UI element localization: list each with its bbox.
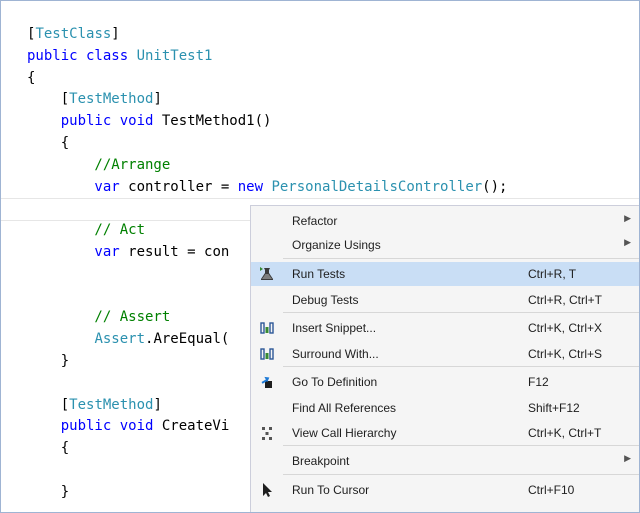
submenu-arrow-icon: ▶	[624, 237, 631, 247]
menu-item-label: Debug Tests	[292, 293, 359, 307]
code-token: [	[27, 396, 70, 413]
code-token: controller =	[128, 178, 238, 195]
code-token: // Assert	[27, 309, 171, 326]
run-tests-icon	[259, 266, 275, 282]
code-line: {	[27, 133, 507, 155]
code-token: ]	[153, 91, 162, 108]
code-token: result = con	[128, 243, 230, 260]
menu-item-run-to-cursor[interactable]: Run To Cursor Ctrl+F10	[251, 478, 639, 502]
code-token: //Arrange	[27, 156, 171, 173]
menu-item-run-tests[interactable]: Run Tests Ctrl+R, T	[251, 262, 639, 286]
code-line: public class UnitTest1	[27, 46, 507, 68]
code-token: public void	[27, 113, 162, 130]
code-token: Assert	[94, 331, 146, 348]
menu-item-breakpoint[interactable]: Breakpoint ▶	[251, 449, 639, 473]
menu-separator	[283, 366, 639, 367]
code-token: {	[27, 69, 36, 86]
menu-item-label: Run To Cursor	[292, 483, 370, 497]
menu-item-label: Insert Snippet...	[292, 321, 377, 335]
menu-item-debug-tests[interactable]: Debug Tests Ctrl+R, Ctrl+T	[251, 288, 639, 312]
snippet-icon	[259, 346, 275, 362]
menu-item-shortcut: Ctrl+R, T	[528, 267, 577, 281]
code-line: {	[27, 68, 507, 90]
menu-separator	[283, 258, 639, 259]
snippet-icon	[259, 320, 275, 336]
code-line: [TestMethod]	[27, 89, 507, 111]
menu-separator	[283, 312, 639, 313]
code-token: {	[27, 134, 70, 151]
menu-item-label: Find All References	[292, 401, 397, 415]
code-line: [TestClass]	[27, 24, 507, 46]
menu-item-view-call-hierarchy[interactable]: View Call Hierarchy Ctrl+K, Ctrl+T	[251, 421, 639, 445]
menu-item-shortcut: Ctrl+F10	[528, 483, 575, 497]
menu-item-label: Organize Usings	[292, 238, 381, 252]
cursor-arrow-icon	[259, 482, 275, 498]
call-hierarchy-icon	[259, 425, 275, 441]
code-editor-window: [TestClass] public class UnitTest1{ [Test…	[0, 0, 640, 513]
code-token: // Act	[27, 222, 146, 239]
context-menu: Refactor ▶ Organize Usings ▶ Run Tests Ctrl+R…	[250, 205, 639, 512]
menu-item-surround-with[interactable]: Surround With... Ctrl+K, Ctrl+S	[251, 342, 639, 366]
code-token: CreateVi	[161, 418, 230, 435]
code-token: TestMethod	[69, 91, 154, 108]
code-token: public void	[27, 418, 162, 435]
code-token: ]	[111, 26, 120, 42]
menu-item-label: Breakpoint	[292, 454, 350, 468]
code-token: PersonalDetailsController	[271, 178, 483, 195]
code-token: ();	[482, 178, 508, 195]
code-token: .AreEqual(	[145, 331, 230, 348]
menu-item-label: Run Tests	[292, 267, 346, 281]
menu-item-refactor[interactable]: Refactor ▶	[251, 209, 639, 233]
code-token: var	[27, 178, 129, 195]
menu-item-shortcut: F12	[528, 375, 549, 389]
code-token: }	[27, 483, 70, 500]
menu-item-shortcut: Ctrl+K, Ctrl+S	[528, 347, 603, 361]
code-token: TestMethod	[69, 396, 154, 413]
code-token: new	[237, 178, 272, 195]
menu-item-shortcut: Ctrl+K, Ctrl+X	[528, 321, 603, 335]
submenu-arrow-icon: ▶	[624, 453, 631, 463]
code-token: ]	[153, 396, 162, 413]
menu-item-label: View Call Hierarchy	[292, 426, 397, 440]
code-line: //Arrange	[27, 155, 507, 177]
code-token: UnitTest1	[136, 47, 213, 64]
code-token: }	[27, 352, 70, 369]
go-to-definition-icon	[259, 374, 275, 390]
menu-item-insert-snippet[interactable]: Insert Snippet... Ctrl+K, Ctrl+X	[251, 316, 639, 340]
menu-item-label: Refactor	[292, 214, 338, 228]
code-token: var	[27, 243, 129, 260]
menu-separator	[283, 474, 639, 475]
menu-item-find-all-references[interactable]: Find All References Shift+F12	[251, 396, 639, 420]
menu-item-label: Surround With...	[292, 347, 379, 361]
code-line: public void TestMethod1()	[27, 111, 507, 133]
code-line: var controller = new PersonalDetailsCont…	[27, 177, 507, 199]
menu-item-shortcut: Shift+F12	[528, 401, 580, 415]
menu-item-shortcut: Ctrl+R, Ctrl+T	[528, 293, 603, 307]
code-token: [	[27, 91, 70, 108]
code-token: TestMethod1()	[161, 113, 272, 130]
menu-separator	[283, 445, 639, 446]
code-token: TestClass	[35, 26, 112, 42]
submenu-arrow-icon: ▶	[624, 213, 631, 223]
menu-item-organize-usings[interactable]: Organize Usings ▶	[251, 233, 639, 257]
code-token: public class	[27, 47, 137, 64]
menu-item-label: Go To Definition	[292, 375, 378, 389]
menu-item-shortcut: Ctrl+K, Ctrl+T	[528, 426, 602, 440]
menu-item-go-to-definition[interactable]: Go To Definition F12	[251, 370, 639, 394]
code-token: {	[27, 440, 70, 457]
